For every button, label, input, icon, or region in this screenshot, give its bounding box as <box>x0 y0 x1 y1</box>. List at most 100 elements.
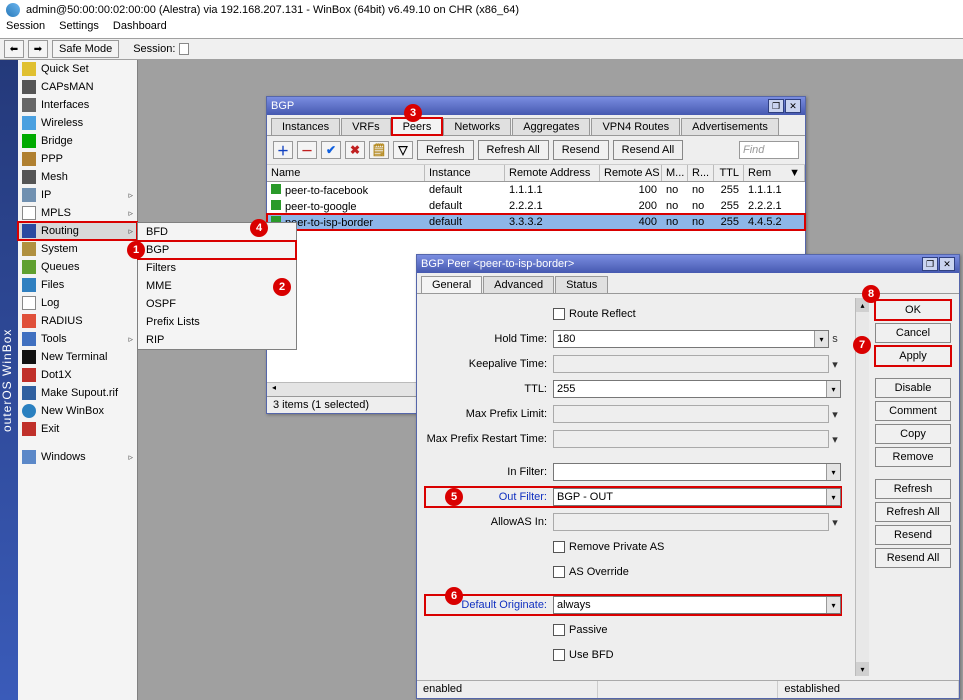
col-multihop[interactable]: M... <box>662 165 688 181</box>
close-button[interactable]: ✕ <box>785 99 801 113</box>
refresh-all-button[interactable]: Refresh All <box>478 140 549 160</box>
apply-button[interactable]: Apply <box>875 346 951 366</box>
ttl-input[interactable]: 255▾ <box>553 380 841 398</box>
scroll-down-icon[interactable]: ▾ <box>856 662 869 676</box>
sidebar-item-quickset[interactable]: Quick Set <box>18 60 137 78</box>
tab-status[interactable]: Status <box>555 276 608 293</box>
hold-time-input[interactable]: 180▾ <box>553 330 829 348</box>
col-name[interactable]: Name <box>267 165 425 181</box>
tab-aggregates[interactable]: Aggregates <box>512 118 590 135</box>
menu-session[interactable]: Session <box>6 20 45 38</box>
refresh-all-peer-button[interactable]: Refresh All <box>875 502 951 522</box>
tab-advanced[interactable]: Advanced <box>483 276 554 293</box>
sidebar-item-ip[interactable]: IP▹ <box>18 186 137 204</box>
passive-checkbox[interactable] <box>553 624 565 636</box>
refresh-peer-button[interactable]: Refresh <box>875 479 951 499</box>
sidebar-item-wireless[interactable]: Wireless <box>18 114 137 132</box>
tab-networks[interactable]: Networks <box>443 118 511 135</box>
sidebar-item-dot1x[interactable]: Dot1X <box>18 366 137 384</box>
comment-button[interactable]: 🗒 <box>369 141 389 159</box>
max-prefix-restart-input[interactable] <box>553 430 829 448</box>
sidebar-item-log[interactable]: Log <box>18 294 137 312</box>
sidebar-item-capsman[interactable]: CAPsMAN <box>18 78 137 96</box>
find-input[interactable]: Find <box>739 141 799 159</box>
remove-peer-button[interactable]: Remove <box>875 447 951 467</box>
sidebar-item-new-terminal[interactable]: New Terminal <box>18 348 137 366</box>
col-ttl[interactable]: TTL <box>714 165 744 181</box>
sidebar-item-bridge[interactable]: Bridge <box>18 132 137 150</box>
filter-button[interactable]: ▽ <box>393 141 413 159</box>
expand-icon[interactable]: ▾ <box>829 433 841 446</box>
menu-settings[interactable]: Settings <box>59 20 99 38</box>
comment-peer-button[interactable]: Comment <box>875 401 951 421</box>
add-button[interactable]: ＋ <box>273 141 293 159</box>
flyout-item-bfd[interactable]: BFD <box>138 223 296 241</box>
chevron-down-icon[interactable]: ▾ <box>826 464 840 480</box>
sidebar-item-interfaces[interactable]: Interfaces <box>18 96 137 114</box>
sidebar-item-windows[interactable]: Windows▹ <box>18 448 137 466</box>
route-reflect-checkbox[interactable] <box>553 308 565 320</box>
tab-vrfs[interactable]: VRFs <box>341 118 391 135</box>
out-filter-input[interactable]: BGP - OUT▾ <box>553 488 841 506</box>
restore-button[interactable]: ❐ <box>922 257 938 271</box>
chevron-down-icon[interactable]: ▾ <box>826 489 840 505</box>
allow-as-input[interactable] <box>553 513 829 531</box>
sidebar-item-mesh[interactable]: Mesh <box>18 168 137 186</box>
sidebar-item-exit[interactable]: Exit <box>18 420 137 438</box>
expand-icon[interactable]: ▾ <box>829 516 841 529</box>
sidebar-item-ppp[interactable]: PPP <box>18 150 137 168</box>
form-scrollbar[interactable]: ▴ ▾ <box>855 298 869 676</box>
remove-private-as-checkbox[interactable] <box>553 541 565 553</box>
cancel-button[interactable]: Cancel <box>875 323 951 343</box>
flyout-item-filters[interactable]: Filters <box>138 259 296 277</box>
expand-icon[interactable]: ▾ <box>829 408 841 421</box>
flyout-item-bgp[interactable]: BGP <box>138 241 296 259</box>
sidebar-item-system[interactable]: System▹ <box>18 240 137 258</box>
in-filter-input[interactable]: ▾ <box>553 463 841 481</box>
tab-instances[interactable]: Instances <box>271 118 340 135</box>
enable-button[interactable]: ✔ <box>321 141 341 159</box>
disable-button[interactable]: ✖ <box>345 141 365 159</box>
peer-window-titlebar[interactable]: BGP Peer <peer-to-isp-border> ❐ ✕ <box>417 255 959 273</box>
sidebar-item-routing[interactable]: Routing▹ <box>18 222 137 240</box>
menu-dashboard[interactable]: Dashboard <box>113 20 167 38</box>
sidebar-item-tools[interactable]: Tools▹ <box>18 330 137 348</box>
sidebar-item-new-winbox[interactable]: New WinBox <box>18 402 137 420</box>
close-button[interactable]: ✕ <box>939 257 955 271</box>
sidebar-item-mpls[interactable]: MPLS▹ <box>18 204 137 222</box>
tab-advertisements[interactable]: Advertisements <box>681 118 779 135</box>
expand-icon[interactable]: ▾ <box>829 358 841 371</box>
flyout-item-ospf[interactable]: OSPF <box>138 295 296 313</box>
resend-peer-button[interactable]: Resend <box>875 525 951 545</box>
sidebar-item-queues[interactable]: Queues <box>18 258 137 276</box>
col-remote-id[interactable]: Rem▼ <box>744 165 805 181</box>
restore-button[interactable]: ❐ <box>768 99 784 113</box>
default-originate-input[interactable]: always▾ <box>553 596 841 614</box>
tab-vpn4-routes[interactable]: VPN4 Routes <box>591 118 680 135</box>
session-checkbox[interactable] <box>179 43 189 55</box>
chevron-down-icon[interactable]: ▾ <box>826 597 840 613</box>
col-remote-address[interactable]: Remote Address <box>505 165 600 181</box>
sidebar-item-make-supout[interactable]: Make Supout.rif <box>18 384 137 402</box>
chevron-down-icon[interactable]: ▾ <box>814 331 828 347</box>
as-override-checkbox[interactable] <box>553 566 565 578</box>
col-instance[interactable]: Instance <box>425 165 505 181</box>
bgp-window-titlebar[interactable]: BGP ❐ ✕ <box>267 97 805 115</box>
resend-all-button[interactable]: Resend All <box>613 140 684 160</box>
copy-peer-button[interactable]: Copy <box>875 424 951 444</box>
flyout-item-rip[interactable]: RIP <box>138 331 296 349</box>
undo-button[interactable]: ⬅ <box>4 40 24 58</box>
redo-button[interactable]: ➡ <box>28 40 48 58</box>
flyout-item-prefix-lists[interactable]: Prefix Lists <box>138 313 296 331</box>
resend-button[interactable]: Resend <box>553 140 609 160</box>
col-route-reflect[interactable]: R... <box>688 165 714 181</box>
remove-button[interactable]: － <box>297 141 317 159</box>
use-bfd-checkbox[interactable] <box>553 649 565 661</box>
col-remote-as[interactable]: Remote AS <box>600 165 662 181</box>
tab-general[interactable]: General <box>421 276 482 293</box>
resend-all-peer-button[interactable]: Resend All <box>875 548 951 568</box>
chevron-down-icon[interactable]: ▾ <box>826 381 840 397</box>
sidebar-item-files[interactable]: Files <box>18 276 137 294</box>
ok-button[interactable]: OK <box>875 300 951 320</box>
max-prefix-input[interactable] <box>553 405 829 423</box>
